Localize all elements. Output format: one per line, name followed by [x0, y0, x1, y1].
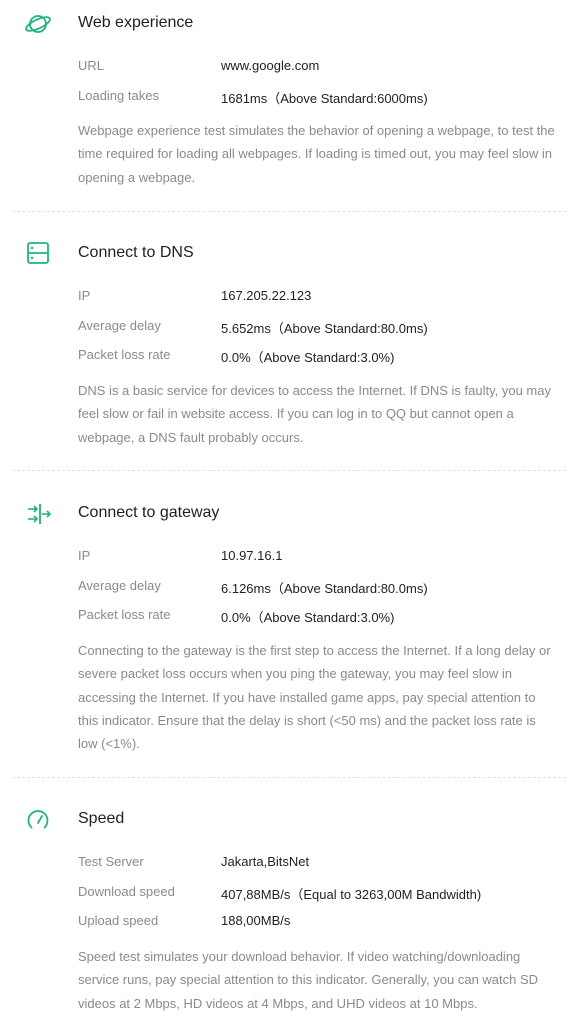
row-value: www.google.com — [221, 58, 320, 73]
row-value: 0.0%（Above Standard:3.0%) — [221, 610, 395, 625]
info-row-ip: IP 167.205.22.123 — [78, 288, 558, 308]
info-row-test-server: Test Server Jakarta,BitsNet — [78, 854, 558, 874]
row-value: 167.205.22.123 — [221, 288, 312, 303]
section-description: Webpage experience test simulates the be… — [78, 123, 555, 185]
row-label: IP — [78, 548, 91, 563]
row-label: Packet loss rate — [78, 607, 171, 622]
info-row-average-delay: Average delay 6.126ms（Above Standard:80.… — [78, 578, 558, 598]
speedometer-icon — [24, 806, 52, 834]
row-label: URL — [78, 58, 105, 73]
section-title: Web experience — [78, 14, 194, 31]
row-value: 1681ms（Above Standard:6000ms) — [221, 91, 428, 106]
dns-header: Connect to DNS — [0, 240, 578, 268]
section-description: DNS is a basic service for devices to ac… — [78, 383, 551, 445]
row-value: 407,88MB/s（Equal to 3263,00M Bandwidth) — [221, 887, 482, 902]
server-icon — [24, 240, 52, 268]
gateway-arrows-icon — [24, 500, 52, 528]
row-label: Loading takes — [78, 88, 159, 103]
gateway-header: Connect to gateway — [0, 500, 578, 528]
row-value: Jakarta,BitsNet — [221, 854, 310, 869]
row-value: 10.97.16.1 — [221, 548, 283, 563]
section-divider — [12, 777, 566, 778]
row-value: 5.652ms（Above Standard:80.0ms) — [221, 321, 428, 336]
section-title: Connect to DNS — [78, 244, 194, 261]
info-row-packet-loss: Packet loss rate 0.0%（Above Standard:3.0… — [78, 607, 558, 627]
section-divider — [12, 211, 566, 212]
info-row-packet-loss: Packet loss rate 0.0%（Above Standard:3.0… — [78, 347, 558, 367]
row-label: Upload speed — [78, 913, 159, 928]
section-title: Connect to gateway — [78, 504, 220, 521]
row-value: 0.0%（Above Standard:3.0%) — [221, 350, 395, 365]
row-label: IP — [78, 288, 91, 303]
speed-header: Speed — [0, 806, 578, 834]
info-row-url: URL www.google.com — [78, 58, 558, 78]
row-value: 188,00MB/s — [221, 913, 291, 928]
row-label: Packet loss rate — [78, 347, 171, 362]
web-experience-header: Web experience — [0, 10, 578, 38]
info-row-average-delay: Average delay 5.652ms（Above Standard:80.… — [78, 318, 558, 338]
info-row-ip: IP 10.97.16.1 — [78, 548, 558, 568]
planet-icon — [24, 10, 52, 38]
info-row-loading: Loading takes 1681ms（Above Standard:6000… — [78, 88, 558, 108]
section-description: Speed test simulates your download behav… — [78, 949, 539, 1011]
info-row-upload-speed: Upload speed 188,00MB/s — [78, 913, 558, 933]
row-label: Average delay — [78, 578, 161, 593]
info-row-download-speed: Download speed 407,88MB/s（Equal to 3263,… — [78, 884, 558, 904]
section-description: Connecting to the gateway is the first s… — [78, 643, 551, 752]
section-title: Speed — [78, 810, 125, 827]
row-value: 6.126ms（Above Standard:80.0ms) — [221, 581, 428, 596]
row-label: Download speed — [78, 884, 175, 899]
row-label: Test Server — [78, 854, 144, 869]
section-divider — [12, 470, 566, 471]
row-label: Average delay — [78, 318, 161, 333]
